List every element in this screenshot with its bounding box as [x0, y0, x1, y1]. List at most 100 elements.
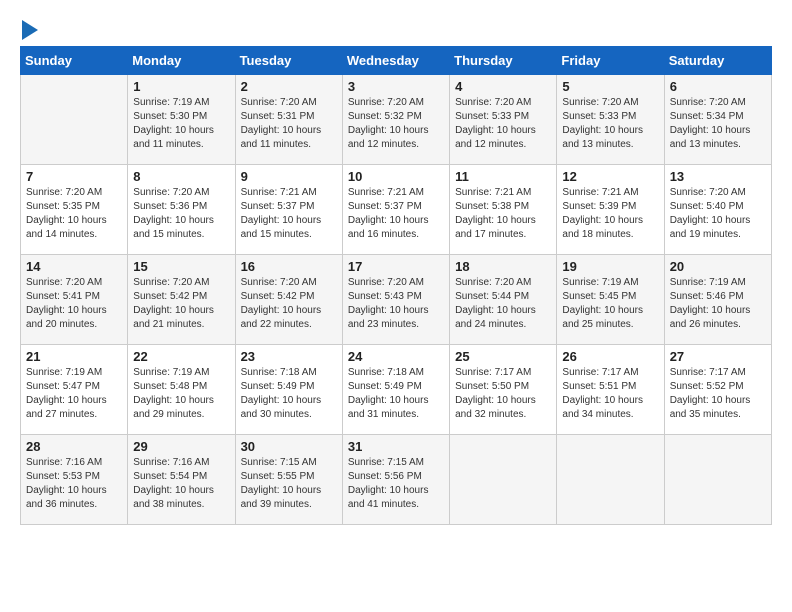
header-day-sunday: Sunday [21, 47, 128, 75]
day-info: Sunrise: 7:20 AM Sunset: 5:31 PM Dayligh… [241, 96, 337, 152]
day-number: 9 [241, 169, 337, 184]
day-number: 29 [133, 439, 229, 454]
calendar-cell: 16 Sunrise: 7:20 AM Sunset: 5:42 PM Dayli… [235, 255, 342, 345]
day-number: 22 [133, 349, 229, 364]
header-day-monday: Monday [128, 47, 235, 75]
page-header [20, 20, 772, 36]
day-info: Sunrise: 7:20 AM Sunset: 5:36 PM Dayligh… [133, 186, 229, 242]
day-info: Sunrise: 7:21 AM Sunset: 5:39 PM Dayligh… [562, 186, 658, 242]
calendar-cell [21, 75, 128, 165]
day-info: Sunrise: 7:15 AM Sunset: 5:55 PM Dayligh… [241, 456, 337, 512]
week-row-5: 28 Sunrise: 7:16 AM Sunset: 5:53 PM Dayli… [21, 435, 772, 525]
calendar-cell: 8 Sunrise: 7:20 AM Sunset: 5:36 PM Daylig… [128, 165, 235, 255]
day-number: 14 [26, 259, 122, 274]
calendar-cell: 26Sunrise: 7:17 AM Sunset: 5:51 PM Dayli… [557, 345, 664, 435]
day-info: Sunrise: 7:15 AM Sunset: 5:56 PM Dayligh… [348, 456, 444, 512]
day-info: Sunrise: 7:19 AM Sunset: 5:47 PM Dayligh… [26, 366, 122, 422]
calendar-cell: 24 Sunrise: 7:18 AM Sunset: 5:49 PM Dayli… [342, 345, 449, 435]
header-day-saturday: Saturday [664, 47, 771, 75]
day-number: 6 [670, 79, 766, 94]
calendar-cell: 27Sunrise: 7:17 AM Sunset: 5:52 PM Dayli… [664, 345, 771, 435]
day-info: Sunrise: 7:16 AM Sunset: 5:54 PM Dayligh… [133, 456, 229, 512]
week-row-3: 14 Sunrise: 7:20 AM Sunset: 5:41 PM Dayli… [21, 255, 772, 345]
header-day-friday: Friday [557, 47, 664, 75]
calendar-cell: 25 Sunrise: 7:17 AM Sunset: 5:50 PM Dayli… [450, 345, 557, 435]
calendar-cell: 30 Sunrise: 7:15 AM Sunset: 5:55 PM Dayli… [235, 435, 342, 525]
day-number: 21 [26, 349, 122, 364]
day-info: Sunrise: 7:21 AM Sunset: 5:38 PM Dayligh… [455, 186, 551, 242]
calendar-cell: 23 Sunrise: 7:18 AM Sunset: 5:49 PM Dayli… [235, 345, 342, 435]
day-info: Sunrise: 7:16 AM Sunset: 5:53 PM Dayligh… [26, 456, 122, 512]
day-number: 1 [133, 79, 229, 94]
day-info: Sunrise: 7:20 AM Sunset: 5:42 PM Dayligh… [241, 276, 337, 332]
calendar-cell: 22 Sunrise: 7:19 AM Sunset: 5:48 PM Dayli… [128, 345, 235, 435]
calendar-cell: 9 Sunrise: 7:21 AM Sunset: 5:37 PM Daylig… [235, 165, 342, 255]
day-info: Sunrise: 7:20 AM Sunset: 5:35 PM Dayligh… [26, 186, 122, 242]
week-row-1: 1Sunrise: 7:19 AM Sunset: 5:30 PM Daylig… [21, 75, 772, 165]
day-number: 17 [348, 259, 444, 274]
calendar-cell [664, 435, 771, 525]
day-info: Sunrise: 7:20 AM Sunset: 5:34 PM Dayligh… [670, 96, 766, 152]
header-day-tuesday: Tuesday [235, 47, 342, 75]
day-info: Sunrise: 7:20 AM Sunset: 5:42 PM Dayligh… [133, 276, 229, 332]
calendar-cell: 4 Sunrise: 7:20 AM Sunset: 5:33 PM Daylig… [450, 75, 557, 165]
calendar-cell: 15 Sunrise: 7:20 AM Sunset: 5:42 PM Dayli… [128, 255, 235, 345]
day-number: 7 [26, 169, 122, 184]
calendar-cell: 21 Sunrise: 7:19 AM Sunset: 5:47 PM Dayli… [21, 345, 128, 435]
day-info: Sunrise: 7:21 AM Sunset: 5:37 PM Dayligh… [241, 186, 337, 242]
calendar-cell: 2 Sunrise: 7:20 AM Sunset: 5:31 PM Daylig… [235, 75, 342, 165]
day-number: 8 [133, 169, 229, 184]
calendar-cell: 12Sunrise: 7:21 AM Sunset: 5:39 PM Dayli… [557, 165, 664, 255]
logo [20, 20, 38, 36]
calendar-cell: 10Sunrise: 7:21 AM Sunset: 5:37 PM Dayli… [342, 165, 449, 255]
calendar-cell: 14 Sunrise: 7:20 AM Sunset: 5:41 PM Dayli… [21, 255, 128, 345]
calendar-cell: 18Sunrise: 7:20 AM Sunset: 5:44 PM Dayli… [450, 255, 557, 345]
calendar-cell: 17 Sunrise: 7:20 AM Sunset: 5:43 PM Dayli… [342, 255, 449, 345]
calendar-cell: 29 Sunrise: 7:16 AM Sunset: 5:54 PM Dayli… [128, 435, 235, 525]
day-info: Sunrise: 7:21 AM Sunset: 5:37 PM Dayligh… [348, 186, 444, 242]
day-number: 30 [241, 439, 337, 454]
day-number: 27 [670, 349, 766, 364]
day-info: Sunrise: 7:20 AM Sunset: 5:43 PM Dayligh… [348, 276, 444, 332]
day-number: 3 [348, 79, 444, 94]
week-row-4: 21 Sunrise: 7:19 AM Sunset: 5:47 PM Dayli… [21, 345, 772, 435]
header-day-wednesday: Wednesday [342, 47, 449, 75]
logo-arrow-icon [22, 20, 38, 40]
day-info: Sunrise: 7:17 AM Sunset: 5:50 PM Dayligh… [455, 366, 551, 422]
day-number: 31 [348, 439, 444, 454]
day-info: Sunrise: 7:20 AM Sunset: 5:40 PM Dayligh… [670, 186, 766, 242]
day-info: Sunrise: 7:19 AM Sunset: 5:48 PM Dayligh… [133, 366, 229, 422]
calendar-table: SundayMondayTuesdayWednesdayThursdayFrid… [20, 46, 772, 525]
day-number: 5 [562, 79, 658, 94]
calendar-cell: 1Sunrise: 7:19 AM Sunset: 5:30 PM Daylig… [128, 75, 235, 165]
calendar-cell: 6 Sunrise: 7:20 AM Sunset: 5:34 PM Daylig… [664, 75, 771, 165]
day-info: Sunrise: 7:18 AM Sunset: 5:49 PM Dayligh… [348, 366, 444, 422]
calendar-cell: 20Sunrise: 7:19 AM Sunset: 5:46 PM Dayli… [664, 255, 771, 345]
header-row: SundayMondayTuesdayWednesdayThursdayFrid… [21, 47, 772, 75]
day-info: Sunrise: 7:20 AM Sunset: 5:41 PM Dayligh… [26, 276, 122, 332]
day-number: 11 [455, 169, 551, 184]
calendar-cell: 28 Sunrise: 7:16 AM Sunset: 5:53 PM Dayli… [21, 435, 128, 525]
day-info: Sunrise: 7:20 AM Sunset: 5:32 PM Dayligh… [348, 96, 444, 152]
calendar-cell: 11 Sunrise: 7:21 AM Sunset: 5:38 PM Dayli… [450, 165, 557, 255]
day-number: 28 [26, 439, 122, 454]
day-info: Sunrise: 7:20 AM Sunset: 5:33 PM Dayligh… [455, 96, 551, 152]
day-number: 16 [241, 259, 337, 274]
day-info: Sunrise: 7:17 AM Sunset: 5:51 PM Dayligh… [562, 366, 658, 422]
day-number: 19 [562, 259, 658, 274]
day-number: 15 [133, 259, 229, 274]
calendar-cell [557, 435, 664, 525]
day-info: Sunrise: 7:18 AM Sunset: 5:49 PM Dayligh… [241, 366, 337, 422]
day-number: 4 [455, 79, 551, 94]
header-day-thursday: Thursday [450, 47, 557, 75]
day-number: 2 [241, 79, 337, 94]
day-info: Sunrise: 7:19 AM Sunset: 5:45 PM Dayligh… [562, 276, 658, 332]
week-row-2: 7 Sunrise: 7:20 AM Sunset: 5:35 PM Daylig… [21, 165, 772, 255]
day-number: 20 [670, 259, 766, 274]
day-number: 25 [455, 349, 551, 364]
calendar-cell: 31 Sunrise: 7:15 AM Sunset: 5:56 PM Dayli… [342, 435, 449, 525]
day-number: 24 [348, 349, 444, 364]
day-info: Sunrise: 7:20 AM Sunset: 5:33 PM Dayligh… [562, 96, 658, 152]
day-number: 18 [455, 259, 551, 274]
day-number: 23 [241, 349, 337, 364]
